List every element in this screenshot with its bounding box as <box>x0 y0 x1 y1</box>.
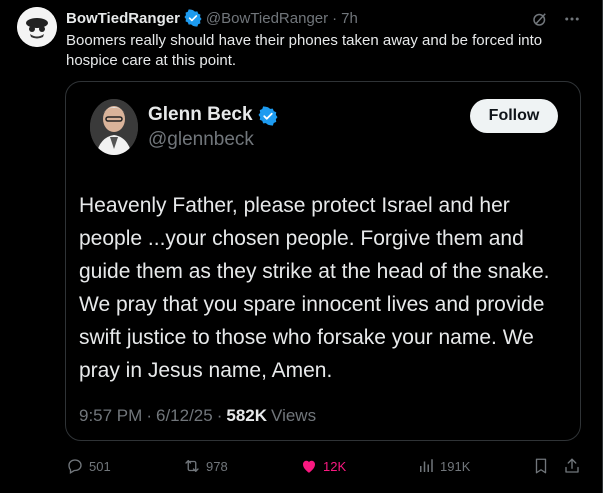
views-icon <box>417 457 435 475</box>
action-bar: 501 978 12K 191K <box>66 455 586 477</box>
repost-button[interactable]: 978 <box>183 455 228 477</box>
separator-dot: · <box>216 406 223 425</box>
views-button[interactable]: 191K <box>417 455 470 477</box>
repost-icon <box>183 457 201 475</box>
post-header: BowTiedRanger @BowTiedRanger · 7h <box>66 8 358 28</box>
more-icon[interactable] <box>563 10 581 28</box>
quoted-post[interactable]: Glenn Beck @glennbeck Follow Heavenly Fa… <box>65 81 581 441</box>
bookmark-icon <box>532 457 550 475</box>
post-time[interactable]: 7h <box>341 10 358 27</box>
quoted-views-count: 582K <box>226 406 268 425</box>
quoted-author-name-row: Glenn Beck <box>148 104 278 126</box>
quoted-author-avatar[interactable] <box>90 99 138 155</box>
quoted-author-handle[interactable]: @glennbeck <box>148 129 254 151</box>
separator-dot: · <box>332 9 338 27</box>
quoted-post-text: Heavenly Father, please protect Israel a… <box>79 194 550 382</box>
post-top-icons <box>531 10 581 28</box>
share-button[interactable] <box>563 455 581 477</box>
quoted-author-name[interactable]: Glenn Beck <box>148 104 253 126</box>
quoted-views-label: Views <box>271 406 317 425</box>
author-handle[interactable]: @BowTiedRanger <box>206 10 328 27</box>
quoted-post-meta: 9:57 PM · 6/12/25 · 582K Views <box>79 406 316 426</box>
verified-badge-icon <box>184 9 202 27</box>
reply-button[interactable]: 501 <box>66 455 111 477</box>
share-icon <box>563 457 581 475</box>
quoted-post-time[interactable]: 9:57 PM <box>79 406 142 426</box>
like-count: 12K <box>323 458 347 474</box>
repost-count: 978 <box>206 458 228 474</box>
author-avatar[interactable] <box>17 7 57 47</box>
reply-count: 501 <box>89 458 111 474</box>
verified-badge-icon <box>258 106 278 126</box>
post-text: Boomers really should have their phones … <box>66 32 543 69</box>
quoted-post-date[interactable]: 6/12/25 <box>156 406 213 426</box>
grok-icon[interactable] <box>531 10 549 28</box>
bookmark-button[interactable] <box>532 455 550 477</box>
reply-icon <box>66 457 84 475</box>
views-count: 191K <box>440 458 471 474</box>
follow-button[interactable]: Follow <box>470 99 558 133</box>
separator-dot: · <box>146 406 152 425</box>
like-button[interactable]: 12K <box>300 455 346 477</box>
heart-icon <box>300 457 318 475</box>
author-name[interactable]: BowTiedRanger <box>66 10 180 27</box>
